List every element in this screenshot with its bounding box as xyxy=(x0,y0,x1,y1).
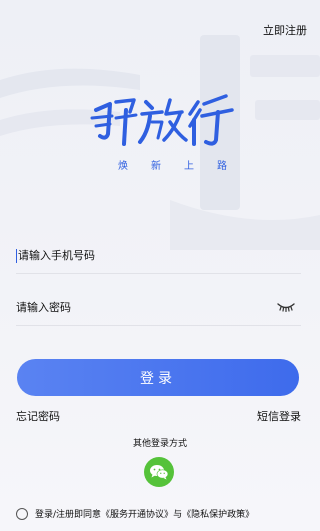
forgot-password-link[interactable]: 忘记密码 xyxy=(16,408,60,424)
agreement-prefix: 登录/注册即同意 xyxy=(35,510,102,520)
service-agreement-link[interactable]: 《服务开通协议》 xyxy=(101,507,173,520)
brand-logo xyxy=(90,94,234,146)
password-input[interactable] xyxy=(16,301,256,314)
phone-field xyxy=(16,238,301,274)
slogan-char: 上 xyxy=(184,161,195,172)
password-field xyxy=(16,290,301,326)
text-caret xyxy=(16,248,17,263)
wechat-login-button[interactable] xyxy=(144,457,174,487)
agreement-row: 登录/注册即同意 《服务开通协议》 与 《隐私保护政策》 xyxy=(16,507,310,520)
agreement-radio[interactable] xyxy=(16,507,28,520)
phone-input[interactable] xyxy=(18,249,258,262)
sms-login-link[interactable]: 短信登录 xyxy=(257,408,301,424)
other-login-title: 其他登录方式 xyxy=(132,439,187,449)
slogan-char: 新 xyxy=(151,161,162,172)
slogan-char: 焕 xyxy=(118,161,129,172)
eye-closed-icon[interactable] xyxy=(277,302,295,312)
slogan-char: 路 xyxy=(217,161,228,172)
privacy-policy-link[interactable]: 《隐私保护政策》 xyxy=(182,507,254,520)
agreement-conjunction: 与 xyxy=(173,510,183,520)
slogan: 焕 新 上 路 xyxy=(118,157,228,172)
wechat-icon xyxy=(150,465,169,480)
register-link[interactable]: 立即注册 xyxy=(263,22,307,38)
login-button[interactable]: 登录 xyxy=(17,359,299,396)
